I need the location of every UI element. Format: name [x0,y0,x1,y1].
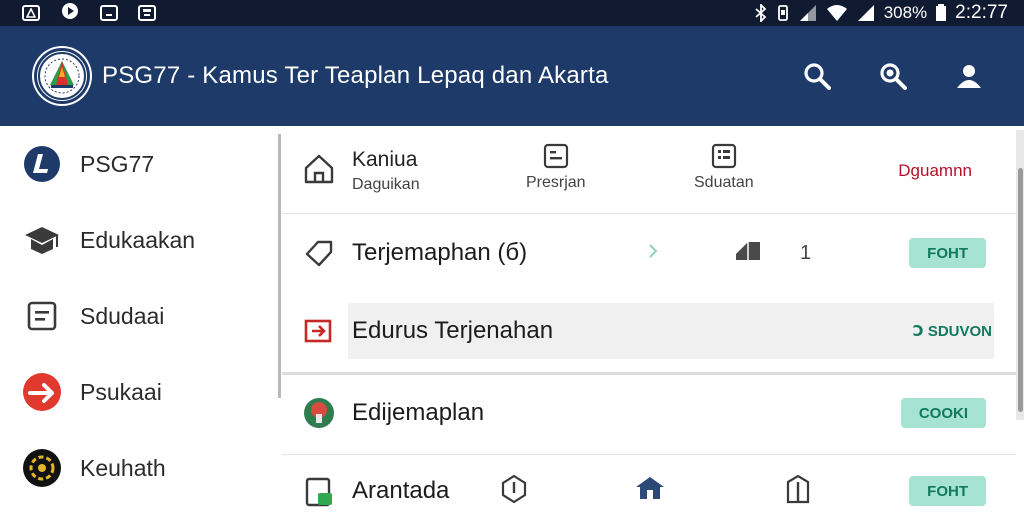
app-title: PSG77 - Kamus Ter Teaplan Lepaq dan Akar… [102,62,609,89]
category-link[interactable]: Dguamnn [898,161,972,181]
tag-icon [302,236,336,270]
list-item-count: 1 [800,241,812,264]
chevron-right-icon[interactable] [646,242,660,265]
sidebar: PSG77 Edukaakan Sdudaai Psukaai Keuhath [0,126,278,512]
app-bar: PSG77 - Kamus Ter Teaplan Lepaq dan Akar… [0,26,1024,126]
list-item[interactable]: Terjemaphan (б) 1 FOHT [282,214,1016,292]
status-badge[interactable]: COOKI [900,398,986,428]
clipboard-icon [302,474,336,508]
category-home-title: Kaniua [352,148,418,171]
sidebar-item-sdudaai[interactable]: Sdudaai [0,278,278,354]
cell-signal-small-icon [799,5,816,21]
plane-icon [22,372,62,412]
battery-icon [936,4,947,21]
row-action-link[interactable]: Ↄ SDUVON [913,322,992,340]
list-item-title: Edijemaplan [352,399,485,426]
main-content: Kaniua Daguikan Presrjan Sduatan Dguamnn… [282,126,1016,512]
category-home-subtitle: Daguikan [352,176,420,193]
download-notification-icon [100,5,118,21]
list-item[interactable]: Edijemaplan COOKI [282,374,1016,452]
bookmark-icon [734,238,762,269]
calendar-notification-icon [138,5,156,21]
status-badge[interactable]: FOHT [909,476,986,506]
vibrate-icon [777,5,788,21]
status-badge[interactable]: FOHT [909,238,986,268]
category-row: Kaniua Daguikan Presrjan Sduatan Dguamnn [282,126,1016,214]
edit-icon [302,314,336,348]
app-logo-icon [34,48,90,104]
badge-emblem-icon [302,396,336,430]
search-zoom-icon [880,63,907,90]
sidebar-item-keuhath[interactable]: Keuhath [0,430,278,506]
category-presrjan[interactable]: Presrjan [526,142,586,192]
play-notification-icon [60,1,80,26]
sidebar-item-label: Edukaakan [80,226,196,253]
list-item-selected[interactable]: Edurus Terjenahan Ↄ SDUVON [282,292,1016,370]
battery-percent: 308% [883,3,928,22]
search-button[interactable] [802,61,832,91]
sidebar-item-edukaakan[interactable]: Edukaakan [0,202,278,278]
graduation-cap-icon [22,220,62,260]
schedule-icon [543,143,568,169]
sidebar-divider [278,134,281,398]
sidebar-item-label: Keuhath [80,454,166,481]
person-icon [957,65,981,88]
info-icon[interactable] [500,474,528,509]
advanced-search-button[interactable] [878,61,908,91]
category-home[interactable]: Kaniua Daguikan [352,148,420,194]
category-label: Presrjan [526,174,586,191]
bluetooth-icon [755,4,766,22]
list-item[interactable]: Arantada FOHT [282,452,1016,530]
list-item-title: Edurus Terjenahan [352,317,554,344]
search-icon [804,63,831,90]
house-icon[interactable] [634,475,666,508]
sidebar-item-psg77[interactable]: PSG77 [0,126,278,202]
status-bar: 308% 2:2:77 [0,0,1024,26]
notification-icons [22,1,156,26]
clock: 2:2:77 [955,2,1008,23]
archive-icon[interactable] [784,474,812,509]
category-label: Sduatan [694,174,754,191]
sidebar-item-label: Psukaai [80,378,162,405]
sidebar-item-label: Sdudaai [80,302,165,329]
list-item-title: Terjemaphan (б) [352,239,528,266]
cell-signal-icon [857,5,874,21]
home-icon [302,152,336,191]
account-button[interactable] [954,61,984,91]
system-status: 308% 2:2:77 [754,2,1008,24]
category-sduatan[interactable]: Sduatan [694,142,754,192]
list-item-title: Arantada [352,477,450,504]
list-icon [711,143,736,169]
scrollbar-thumb[interactable] [1018,168,1023,412]
emblem-icon [22,448,62,488]
document-icon [22,296,62,336]
brand-icon [22,144,62,184]
sidebar-item-label: PSG77 [80,150,155,177]
sidebar-item-psukaai[interactable]: Psukaai [0,354,278,430]
wifi-icon [826,5,847,21]
app-notification-icon [22,5,40,21]
